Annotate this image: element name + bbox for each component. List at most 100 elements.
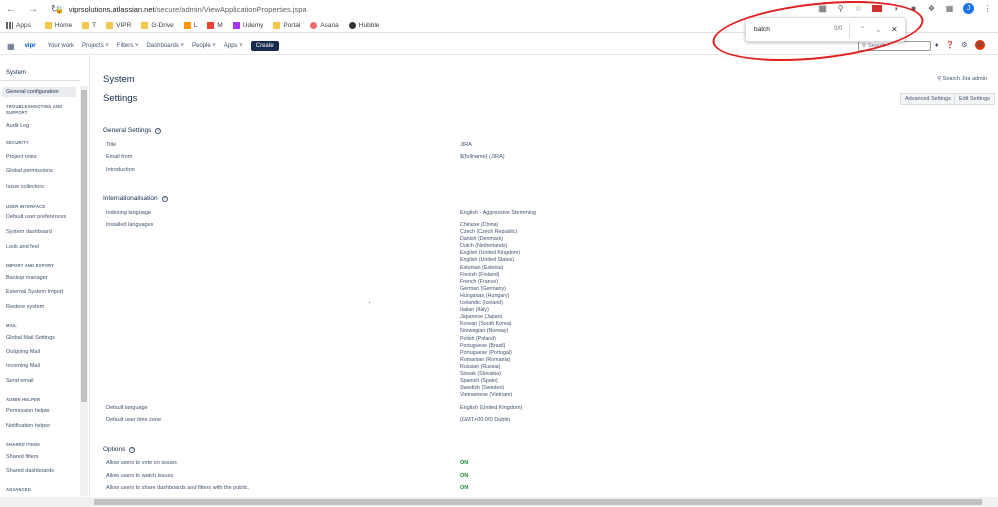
search-icon: ⚲ [937, 76, 942, 82]
bookmark-portal[interactable]: Portal [273, 22, 300, 29]
language-item: Vietnamese (Vietnam) [460, 392, 513, 399]
sidebar-scrollbar[interactable] [80, 86, 88, 496]
bookmark-gdrive[interactable]: G-Drive [141, 22, 174, 29]
find-next-icon[interactable]: ⌄ [875, 25, 882, 34]
nav-people[interactable]: People ˅ [192, 43, 216, 49]
profile-avatar[interactable]: J [963, 3, 974, 14]
extension-icon[interactable]: ■ [909, 4, 918, 13]
sidebar-item[interactable]: Project roles [6, 154, 37, 160]
language-item: Portuguese (Brazil) [460, 342, 506, 349]
language-item: Estonian (Estonia) [460, 264, 504, 271]
find-input[interactable]: batch [754, 26, 770, 33]
nav-apps[interactable]: Apps ˅ [224, 43, 243, 49]
sidebar-item[interactable]: Shared filters [6, 454, 38, 460]
folder-icon [273, 22, 281, 29]
folder-icon [106, 22, 114, 29]
language-item: Korean (South Korea) [460, 321, 512, 328]
edit-settings-button[interactable]: Edit Settings [954, 93, 995, 105]
vipr-logo[interactable]: vipr [25, 43, 36, 49]
nav-your-work[interactable]: Your work [48, 43, 74, 49]
bookmark-apps[interactable]: Apps [6, 22, 31, 29]
language-item: Romanian (Romania) [460, 356, 511, 363]
setting-label: Introduction [106, 167, 135, 173]
bookmark-m[interactable]: M [207, 22, 223, 29]
bookmark-udemy[interactable]: Udemy [232, 22, 263, 29]
horizontal-scroll-thumb[interactable] [94, 499, 982, 505]
nav-projects[interactable]: Projects ˅ [82, 43, 109, 49]
nav-dashboards[interactable]: Dashboards ˅ [146, 43, 184, 49]
sidebar-item[interactable]: Default user preferences [6, 214, 66, 220]
sidebar-section-heading: MAIL [6, 323, 18, 328]
sidebar-item[interactable]: Outgoing Mail [6, 349, 40, 355]
notifications-icon[interactable]: ♦ [935, 42, 939, 49]
bookmark-hubble[interactable]: Hubble [348, 22, 379, 29]
language-item: Polish (Poland) [460, 335, 496, 342]
create-button[interactable]: Create [250, 41, 279, 51]
extension-flag-icon[interactable] [872, 5, 882, 12]
header-actions: ♦ ❓ ⚙ JP [935, 40, 985, 50]
bookmark-vipr[interactable]: VIPR [106, 22, 131, 29]
sidebar-item[interactable]: Restore system [6, 304, 44, 310]
sidebar-item[interactable]: Look and feel [6, 244, 39, 250]
menu-icon[interactable]: ▦ [945, 4, 954, 13]
options-heading: Options? [103, 446, 136, 453]
url-bar[interactable]: 🔒 viprsolutions.atlassian.net/secure/adm… [55, 3, 875, 16]
installed-languages-list: Chinese (China) Czech (Czech Republic) Dan… [460, 222, 520, 399]
advanced-settings-button[interactable]: Advanced Settings [900, 93, 956, 105]
sidebar-item[interactable]: Global Mail Settings [6, 335, 55, 341]
option-status: ON [460, 460, 469, 466]
l-icon [183, 22, 191, 29]
internationalisation-heading: Internationalisation? [103, 195, 168, 202]
sidebar-item[interactable]: Incoming Mail [6, 363, 40, 369]
language-item: Italian (Italy) [460, 307, 489, 314]
sidebar-item[interactable]: External System Import [6, 289, 63, 295]
search-admin-link[interactable]: ⚲ Search Jira admin [937, 76, 987, 82]
kebab-icon[interactable]: ⋮ [983, 4, 992, 13]
settings-icon[interactable]: ⚙ [961, 41, 967, 49]
chevron-down-icon: ˅ [134, 43, 139, 49]
zoom-icon[interactable]: ⚲ [836, 4, 845, 13]
setting-label: Title [106, 142, 117, 148]
forward-icon[interactable]: → [26, 3, 40, 17]
help-icon[interactable]: ? [129, 446, 136, 453]
sidebar-item[interactable]: Shared dashboards [6, 468, 54, 474]
sidebar-item[interactable]: General configuration [2, 87, 76, 97]
sidebar-item[interactable]: Issue collectors [6, 184, 44, 190]
main-content: System Settings ⚲ Search Jira admin Adva… [90, 56, 998, 496]
back-icon[interactable]: ← [4, 3, 18, 17]
help-icon[interactable]: ❓ [946, 41, 955, 49]
page-icon[interactable]: ▦ [818, 4, 827, 13]
lock-icon: 🔒 [55, 6, 64, 14]
bookmark-t[interactable]: T [82, 22, 96, 29]
sidebar-item[interactable]: Global permissions [6, 168, 53, 174]
find-previous-icon[interactable]: ⌃ [859, 25, 866, 34]
jira-search-input[interactable]: ⚲ Search [858, 41, 931, 51]
bookmark-l[interactable]: L [183, 22, 197, 29]
help-icon[interactable]: ? [161, 195, 168, 202]
sidebar-item[interactable]: Send email [6, 378, 34, 384]
star-icon[interactable]: ☆ [854, 4, 863, 13]
find-divider [849, 23, 850, 38]
sidebar-scroll-thumb[interactable] [81, 90, 87, 402]
url-path: /secure/admin/ViewApplicationProperties.… [154, 5, 307, 14]
sidebar-item[interactable]: Permission helper [6, 408, 50, 414]
sidebar-item[interactable]: Notification helper [6, 423, 50, 429]
setting-label: Indexing language [106, 210, 151, 216]
user-avatar[interactable]: JP [974, 40, 985, 50]
help-icon[interactable]: ? [155, 127, 162, 134]
sidebar-item[interactable]: Backup manager [6, 275, 48, 281]
horizontal-scrollbar[interactable] [0, 497, 998, 507]
language-item: German (Germany) [460, 285, 506, 292]
stray-dot [369, 302, 370, 303]
udemy-icon [232, 22, 240, 29]
bookmark-home[interactable]: Home [44, 22, 72, 29]
find-close-icon[interactable]: ✕ [891, 25, 898, 34]
puzzle-icon[interactable]: ❖ [927, 4, 936, 13]
setting-value: JIRA [460, 142, 472, 148]
sidebar-item[interactable]: Audit Log [6, 123, 29, 129]
bookmark-asana[interactable]: Asana [310, 22, 339, 29]
app-switcher-icon[interactable]: ▦ [7, 42, 15, 51]
sidebar-item[interactable]: System dashboard [6, 229, 52, 235]
nav-filters[interactable]: Filters ˅ [117, 43, 139, 49]
extension-icon[interactable]: ◑ [891, 4, 900, 13]
